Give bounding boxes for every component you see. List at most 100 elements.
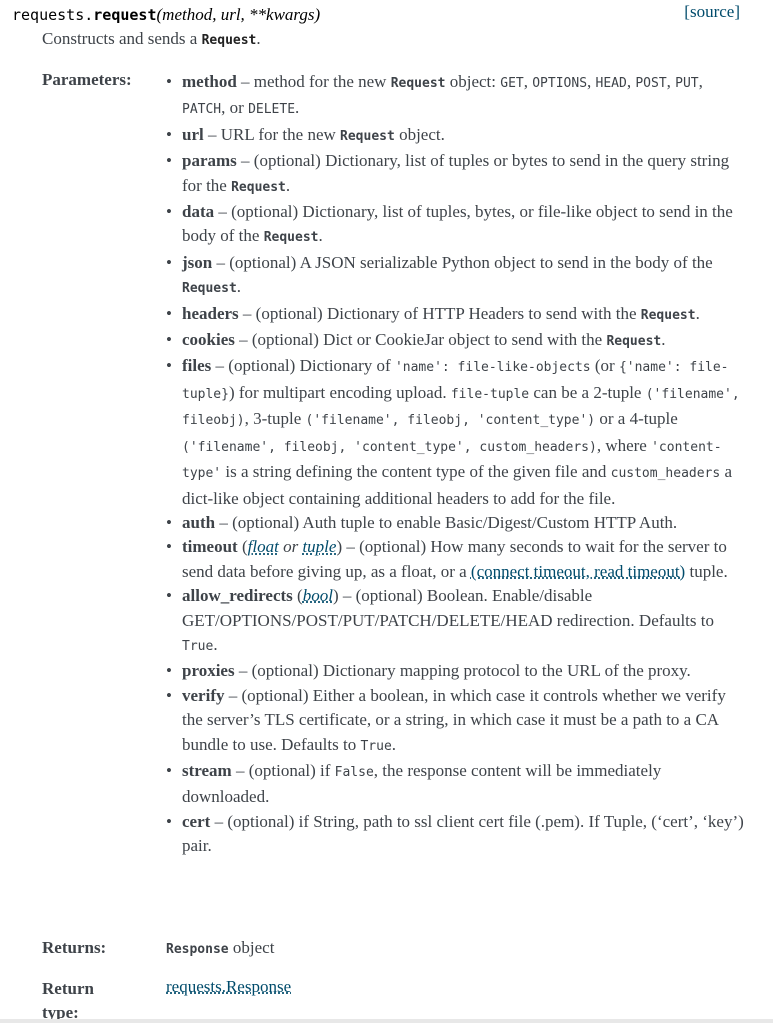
parameter-allow-redirects: allow_redirects (bool) – (optional) Bool… [166, 584, 746, 659]
parameter-text: – (optional) Dict or CookieJar object to… [234, 330, 607, 350]
type-link[interactable]: bool [303, 586, 333, 605]
parameter-text: ( [292, 586, 303, 606]
parameter-code: Request [390, 76, 446, 91]
parameter-name: auth [182, 512, 216, 532]
parameter-name: timeout [182, 537, 238, 557]
parameter-name: headers [182, 303, 239, 323]
parameter-code: Request [640, 307, 696, 323]
parameter-name: proxies [182, 661, 235, 681]
signature-params: (method, url, **kwargs) [156, 5, 321, 24]
returns-value: Response object [166, 938, 274, 958]
parameter-code: False [334, 764, 374, 780]
parameter-text: – (optional) Dictionary of HTTP Headers … [238, 303, 641, 323]
parameter-text: , [666, 72, 676, 91]
parameter-cookies: cookies – (optional) Dict or CookieJar o… [166, 328, 746, 354]
parameters-list: method – method for the new Request obje… [166, 70, 746, 859]
parameter-code: True [360, 738, 392, 754]
returns-label: Returns: [42, 938, 107, 957]
parameter-text: . [236, 277, 242, 297]
parameter-text: . [295, 98, 300, 118]
parameter-text: tuple. [685, 561, 728, 581]
type-link[interactable]: (connect timeout, read timeout) [471, 562, 685, 581]
parameter-code: HEAD [595, 76, 627, 91]
parameter-name: cert [182, 811, 211, 831]
parameter-code: file-tuple [450, 386, 530, 402]
parameter-text: , where [596, 435, 652, 455]
parameter-method: method – method for the new Request obje… [166, 70, 746, 123]
parameter-code: Request [606, 334, 662, 350]
parameter-stream: stream – (optional) if False, the respon… [166, 759, 746, 810]
parameter-params: params – (optional) Dictionary, list of … [166, 149, 746, 200]
parameter-proxies: proxies – (optional) Dictionary mapping … [166, 659, 746, 684]
function-signature: requests.request(method, url, **kwargs) … [12, 2, 740, 24]
source-link[interactable]: [source] [684, 2, 740, 22]
type-link[interactable]: float [248, 537, 279, 556]
parameter-text: – URL for the new [203, 124, 341, 144]
description-code: Request [201, 33, 257, 48]
parameter-name: url [182, 124, 204, 144]
signature-text: requests.request(method, url, **kwargs) [12, 5, 320, 25]
parameter-text: ) for multipart encoding upload. [228, 382, 451, 402]
parameter-code: ('filename', fileobj, 'content_type') [305, 413, 596, 429]
parameter-code: ('filename', fileobj, 'content_type', cu… [182, 439, 597, 455]
description-end: . [256, 29, 261, 48]
parameter-text: . [661, 330, 666, 350]
parameter-code: OPTIONS [532, 76, 588, 91]
parameter-text: can be a 2-tuple [529, 382, 646, 402]
description-text: Constructs and sends a [42, 29, 202, 48]
parameter-code: 'name': file-like-objects [394, 360, 591, 376]
parameter-url: url – URL for the new Request object. [166, 123, 746, 149]
parameter-cert: cert – (optional) if String, path to ssl… [166, 810, 746, 859]
parameter-json: json – (optional) A JSON serializable Py… [166, 251, 746, 302]
function-description: Constructs and sends a Request. [42, 29, 261, 49]
parameter-text: object: [445, 72, 501, 91]
parameter-text: – (optional) if String, path to ssl clie… [182, 811, 744, 856]
parameter-text: – (optional) Auth tuple to enable Basic/… [215, 512, 678, 532]
parameter-text: , [587, 72, 596, 91]
parameter-files: files – (optional) Dictionary of 'name':… [166, 354, 746, 510]
parameter-name: data [182, 202, 215, 222]
parameter-auth: auth – (optional) Auth tuple to enable B… [166, 511, 746, 536]
return-type-link[interactable]: requests.Response [166, 977, 291, 997]
parameter-code: GET [500, 76, 524, 91]
function-name: request [93, 6, 157, 24]
parameter-code: DELETE [248, 102, 296, 118]
parameter-name: stream [182, 760, 232, 780]
parameter-text: , [523, 72, 533, 91]
parameter-text: – method for the new [236, 72, 391, 91]
parameter-code: PATCH [182, 102, 222, 118]
parameter-text: – (optional) Either a boolean, in which … [182, 685, 726, 754]
parameter-code: Request [182, 281, 237, 297]
parameter-text: , or [221, 98, 249, 118]
parameter-text: . [318, 226, 323, 246]
parameter-code: custom_headers [610, 466, 721, 482]
parameter-code: Request [340, 128, 395, 144]
parameter-text: . [391, 734, 397, 754]
parameter-headers: headers – (optional) Dictionary of HTTP … [166, 302, 746, 328]
parameter-verify: verify – (optional) Either a boolean, in… [166, 684, 746, 759]
parameter-code: Request [263, 230, 319, 246]
return-type-label: Return type: [42, 979, 94, 1022]
parameter-text: – (optional) Dictionary mapping protocol… [234, 661, 691, 681]
parameter-text: or a 4-tuple [595, 409, 678, 429]
module-name: requests. [12, 6, 94, 24]
parameter-text: , [698, 72, 703, 91]
parameter-name: params [182, 151, 237, 171]
parameter-code: True [182, 638, 214, 654]
parameter-text: object. [394, 124, 445, 144]
bottom-divider [0, 1019, 773, 1023]
returns-code: Response [166, 942, 229, 957]
type-link[interactable]: tuple [302, 537, 336, 556]
parameter-name: method [182, 72, 237, 91]
parameter-code: POST [635, 76, 667, 91]
parameters-label: Parameters: [42, 70, 132, 89]
parameter-text: . [695, 303, 700, 323]
parameter-text: ( [237, 537, 248, 557]
parameter-name: json [182, 252, 213, 272]
parameter-text: . [213, 634, 218, 654]
parameter-data: data – (optional) Dictionary, list of tu… [166, 200, 746, 251]
parameter-text: . [285, 175, 291, 195]
parameter-timeout: timeout (float or tuple) – (optional) Ho… [166, 535, 746, 584]
parameter-text: or [278, 537, 303, 557]
parameter-text: , 3-tuple [244, 409, 306, 429]
